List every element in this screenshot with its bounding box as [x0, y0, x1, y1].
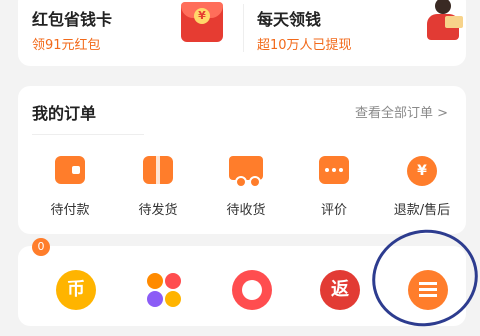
yuan-coin-icon: ¥	[194, 8, 210, 24]
promo-card: 红包省钱卡 领91元红包 ¥ 每天领钱 超10万人已提现	[18, 0, 466, 66]
grid-apps-icon	[144, 270, 184, 310]
rebate-icon: 返	[331, 279, 349, 300]
red-envelope-card[interactable]: 红包省钱卡 领91元红包 ¥	[18, 0, 243, 66]
order-label: 待付款	[50, 203, 90, 218]
truck-icon	[229, 156, 263, 188]
coin-icon: 币	[67, 279, 85, 300]
order-review[interactable]: 评价	[290, 156, 378, 218]
order-label: 待发货	[138, 203, 178, 218]
refund-icon: ¥	[407, 156, 437, 186]
order-label: 评价	[320, 203, 347, 218]
order-label: 待收货	[226, 203, 266, 218]
order-label: 退款/售后	[393, 203, 451, 218]
promo-subtitle: 领91元红包	[32, 38, 101, 53]
medal-button[interactable]	[232, 270, 272, 310]
order-pending-payment[interactable]: 待付款	[26, 156, 114, 218]
orders-card: 我的订单 查看全部订单 > 待付款 待发货 待收货 评价 ¥ 退款/售后	[18, 86, 466, 234]
wallet-icon	[55, 156, 85, 184]
comment-icon	[319, 156, 349, 184]
order-refund[interactable]: ¥ 退款/售后	[378, 156, 466, 218]
promo-title: 每天领钱	[257, 10, 322, 29]
daily-cash-card[interactable]: 每天领钱 超10万人已提现	[243, 0, 466, 66]
medal-icon	[242, 280, 262, 300]
coin-button[interactable]: 币	[56, 270, 96, 310]
promo-subtitle: 超10万人已提现	[257, 38, 352, 53]
promo-title: 红包省钱卡	[32, 10, 113, 29]
apps-button[interactable]	[144, 270, 184, 310]
count-badge: 0	[32, 238, 50, 256]
box-icon	[143, 156, 173, 184]
order-pending-receipt[interactable]: 待收货	[202, 156, 290, 218]
person-holding-cash-icon	[423, 0, 463, 46]
section-divider	[32, 134, 144, 135]
order-pending-shipment[interactable]: 待发货	[114, 156, 202, 218]
rebate-button[interactable]: 返	[320, 270, 360, 310]
red-envelope-icon: ¥	[181, 2, 223, 42]
view-all-orders-link[interactable]: 查看全部订单 >	[355, 102, 448, 121]
orders-title: 我的订单	[32, 104, 97, 123]
